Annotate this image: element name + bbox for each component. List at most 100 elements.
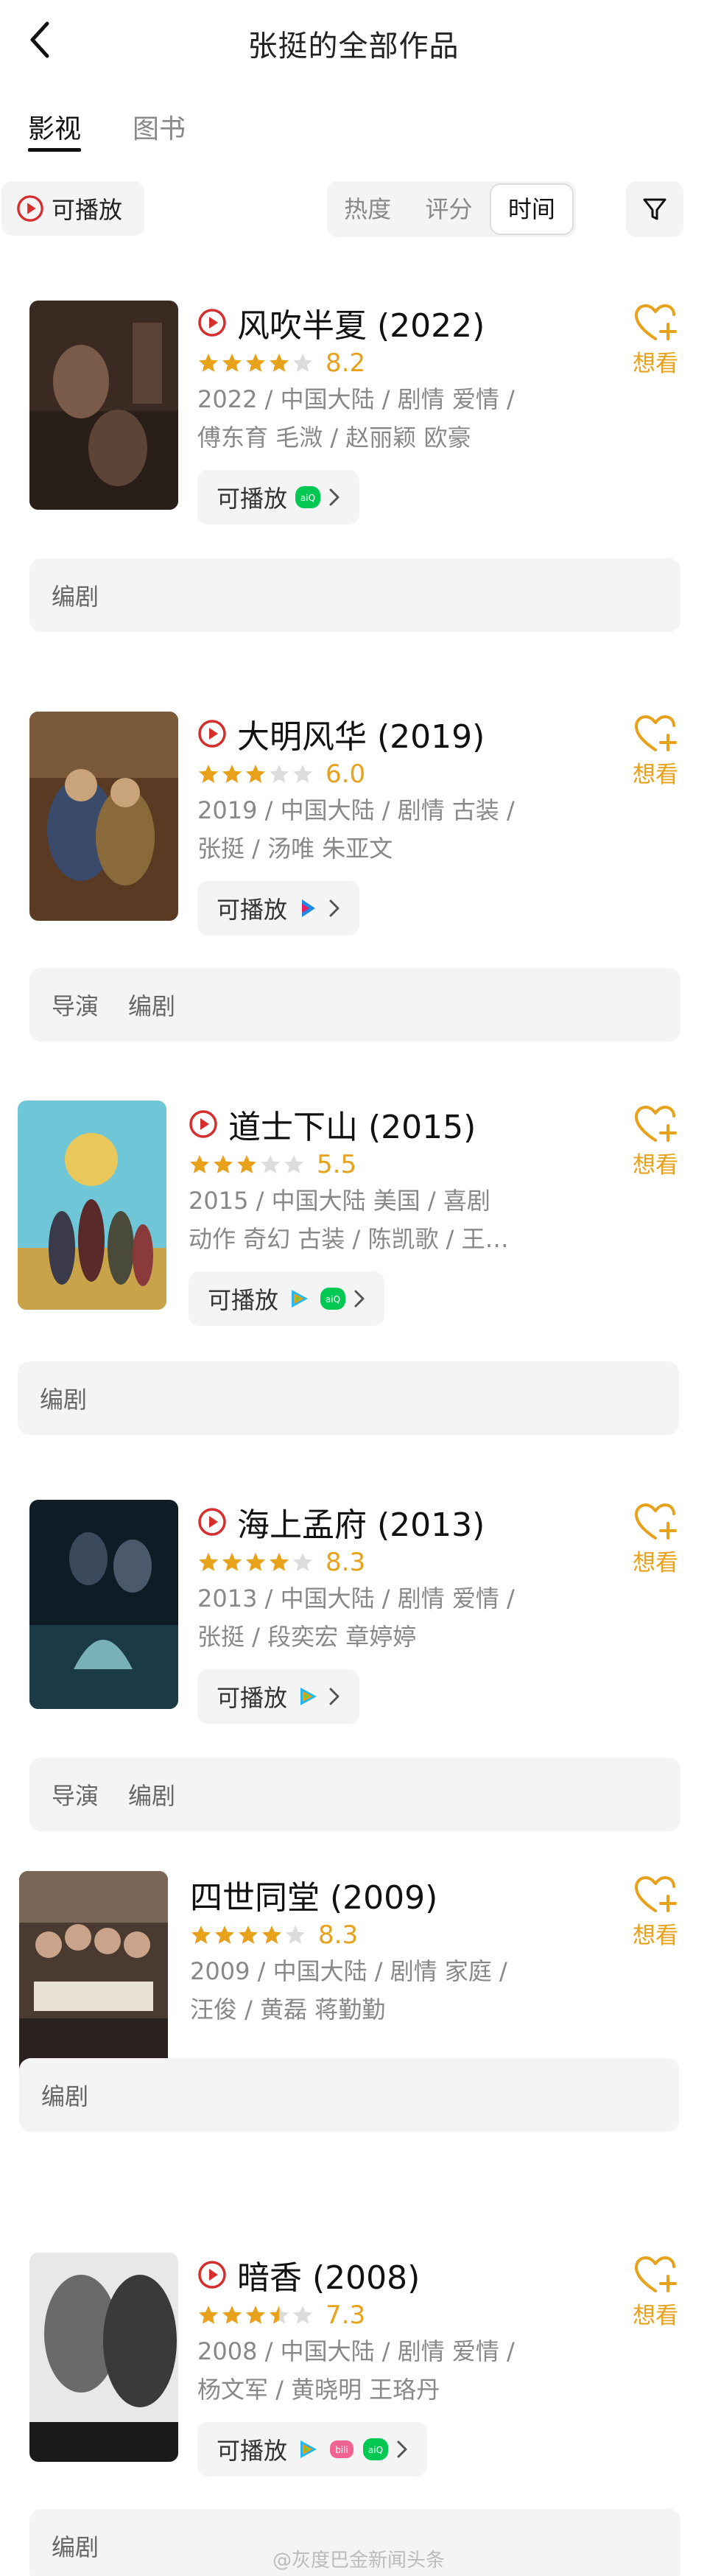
iqiyi-logo-icon: aiQ — [320, 1288, 346, 1310]
funnel-icon — [643, 198, 666, 220]
rating-score: 8.3 — [318, 1920, 359, 1950]
playable-label: 可播放 — [217, 1684, 288, 1712]
star-full-icon — [246, 765, 265, 783]
star-empty-icon — [284, 1155, 303, 1173]
star-empty-icon — [293, 765, 312, 783]
star-rating — [197, 2304, 314, 2326]
poster-image[interactable] — [29, 2253, 178, 2462]
tab-books[interactable]: 图书 — [133, 108, 186, 152]
rating-score: 7.3 — [326, 2300, 366, 2330]
playable-sources-button[interactable]: 可播放 aiQ — [197, 470, 360, 524]
work-title[interactable]: 海上孟府 (2013) — [237, 1498, 485, 1545]
want-to-watch-button[interactable]: 想看 — [619, 1105, 692, 1179]
filter-button[interactable] — [626, 181, 683, 237]
work-title[interactable]: 四世同堂 (2009) — [190, 1871, 437, 1918]
play-circle-icon — [198, 1508, 226, 1536]
play-circle-icon — [189, 1110, 217, 1138]
star-half-icon — [270, 2306, 289, 2324]
work-meta-line-2: 傅东育 毛溦 / 赵丽颖 欧豪 — [197, 424, 471, 452]
playable-sources-button[interactable]: 可播放 bili aiQ — [197, 2422, 428, 2477]
sort-by-time[interactable]: 时间 — [489, 183, 574, 235]
roles-bar: 编剧 — [29, 558, 680, 632]
star-rating — [197, 763, 314, 785]
work-meta-line-2: 动作 奇幻 古装 / 陈凯歌 / 王… — [189, 1225, 509, 1253]
star-empty-icon — [293, 2306, 312, 2324]
star-full-icon — [215, 1926, 234, 1944]
watermark: @灰度巴金新闻头条 — [272, 2549, 446, 2572]
star-empty-icon — [261, 1155, 280, 1173]
play-circle-icon — [198, 720, 226, 748]
star-rating — [189, 1154, 305, 1176]
poster-image[interactable] — [29, 301, 178, 510]
svg-text:aiQ: aiQ — [368, 2445, 383, 2455]
playable-sources-button[interactable]: 可播放 aiQ — [189, 1271, 385, 1326]
role-tag: 编剧 — [128, 1782, 176, 1810]
heart-plus-icon — [635, 2256, 677, 2292]
youku-logo-icon — [302, 899, 316, 917]
tencent-video-logo-icon — [300, 2440, 317, 2458]
star-full-icon — [199, 1553, 218, 1571]
star-full-icon — [222, 1553, 242, 1571]
playable-label: 可播放 — [217, 2437, 288, 2465]
role-tag: 导演 — [52, 1782, 99, 1810]
tab-film-tv[interactable]: 影视 — [28, 108, 82, 152]
star-full-icon — [246, 1553, 265, 1571]
work-title[interactable]: 大明风华 (2019) — [237, 710, 485, 757]
playable-sources-button[interactable]: 可播放 — [197, 881, 360, 936]
want-to-watch-label: 想看 — [633, 351, 678, 377]
heart-plus-icon — [635, 1503, 677, 1540]
work-title[interactable]: 风吹半夏 (2022) — [237, 299, 485, 346]
star-full-icon — [262, 1926, 281, 1944]
want-to-watch-button[interactable]: 想看 — [619, 715, 692, 789]
poster-image[interactable] — [18, 1101, 166, 1310]
work-meta-line-1: 2013 / 中国大陆 / 剧情 爱情 / — [197, 1584, 515, 1612]
want-to-watch-button[interactable]: 想看 — [619, 303, 692, 378]
poster-image[interactable] — [29, 712, 178, 921]
star-empty-icon — [293, 354, 312, 372]
role-tag: 编剧 — [128, 992, 176, 1020]
iqiyi-logo-icon: aiQ — [363, 2438, 389, 2460]
work-title[interactable]: 道士下山 (2015) — [228, 1101, 476, 1148]
want-to-watch-button[interactable]: 想看 — [619, 1503, 692, 1577]
bilibili-logo-icon: bili — [330, 2440, 354, 2458]
want-to-watch-button[interactable]: 想看 — [619, 1875, 692, 1950]
work-meta-line-2: 杨文军 / 黄晓明 王珞丹 — [197, 2376, 440, 2404]
heart-plus-icon — [635, 1876, 677, 1912]
playable-filter-label: 可播放 — [52, 196, 123, 224]
work-meta-line-1: 2008 / 中国大陆 / 剧情 爱情 / — [197, 2337, 515, 2365]
play-circle-icon — [198, 309, 226, 337]
page-title: 张挺的全部作品 — [247, 29, 460, 63]
sort-segmented-control: 热度 评分 时间 — [327, 181, 576, 237]
star-full-icon — [222, 765, 242, 783]
work-meta-line-1: 2022 / 中国大陆 / 剧情 爱情 / — [197, 385, 515, 413]
star-full-icon — [199, 2306, 218, 2324]
filter-bar: 可播放 热度 评分 时间 — [0, 181, 707, 237]
want-to-watch-label: 想看 — [633, 1152, 678, 1179]
star-full-icon — [199, 354, 218, 372]
star-empty-icon — [270, 765, 289, 783]
roles-bar: 编剧 — [18, 1361, 679, 1435]
poster-image[interactable] — [19, 1871, 168, 2080]
sort-by-popularity[interactable]: 热度 — [327, 181, 408, 237]
sort-by-rating[interactable]: 评分 — [408, 181, 489, 237]
want-to-watch-button[interactable]: 想看 — [619, 2256, 692, 2330]
role-tag: 导演 — [52, 992, 99, 1020]
playable-filter-chip[interactable]: 可播放 — [1, 181, 144, 236]
poster-image[interactable] — [29, 1500, 178, 1709]
playable-label: 可播放 — [208, 1286, 279, 1314]
rating-score: 6.0 — [326, 759, 366, 789]
roles-bar: 导演 编剧 — [29, 1758, 680, 1831]
star-full-icon — [214, 1155, 233, 1173]
iqiyi-logo-icon: aiQ — [295, 486, 321, 508]
star-empty-icon — [293, 1553, 312, 1571]
star-rating — [197, 1551, 314, 1573]
work-title[interactable]: 暗香 (2008) — [237, 2251, 420, 2298]
chevron-right-icon — [329, 488, 340, 506]
playable-label: 可播放 — [217, 896, 288, 924]
work-meta-line-1: 2009 / 中国大陆 / 剧情 家庭 / — [190, 1957, 507, 1985]
work-meta-line-1: 2019 / 中国大陆 / 剧情 古装 / — [197, 796, 515, 824]
star-full-icon — [199, 765, 218, 783]
playable-sources-button[interactable]: 可播放 — [197, 1669, 360, 1724]
tencent-video-logo-icon — [300, 1688, 317, 1705]
work-meta-line-2: 张挺 / 段奕宏 章婷婷 — [197, 1623, 417, 1651]
